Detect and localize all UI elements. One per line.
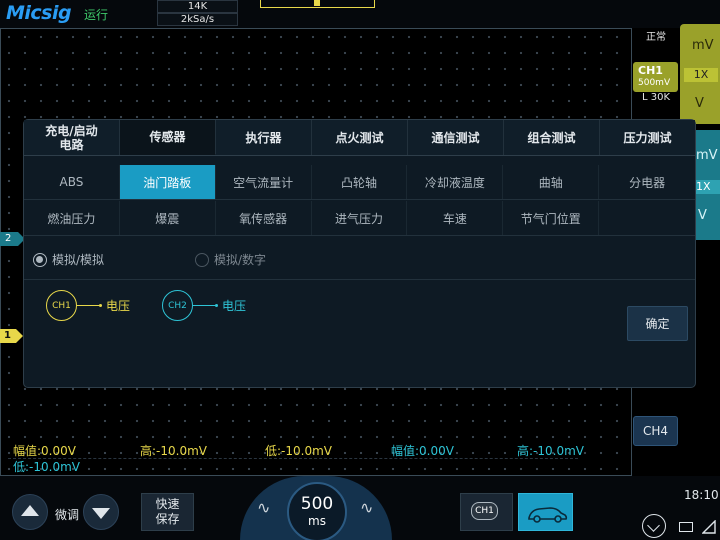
ch2-unit-v[interactable]: V xyxy=(698,208,707,223)
meas-ch1-high: 高:-10.0mV xyxy=(140,444,207,458)
tab-combination[interactable]: 组合测试 xyxy=(504,120,600,155)
mode-analog-analog-label: 模拟/模拟 xyxy=(52,253,105,267)
sensor-fuel-pressure[interactable]: 燃油压力 xyxy=(24,201,120,235)
ch2-probe-ratio[interactable]: 1X xyxy=(696,180,720,194)
sample-rate: 2kSa/s xyxy=(157,13,238,26)
sensor-knock[interactable]: 爆震 xyxy=(120,201,216,235)
run-state[interactable]: 运行 xyxy=(84,6,108,23)
channel-select-button[interactable]: CH1 xyxy=(460,493,513,531)
ch1-connector-dot xyxy=(99,304,102,307)
timebase-value: 500 xyxy=(300,494,334,514)
logo: Micsig xyxy=(6,2,72,24)
collapse-chevron-icon[interactable] xyxy=(642,514,666,538)
ch2-signal-type: 电压 xyxy=(222,299,247,313)
timebase-decrease-wave-icon[interactable]: ∿ xyxy=(257,498,270,517)
ch1-label: CH1 xyxy=(638,64,663,77)
ch2-connector xyxy=(193,305,215,306)
meas-ch2-low: 低:-10.0mV xyxy=(13,460,80,474)
sensor-camshaft[interactable]: 凸轮轴 xyxy=(312,165,408,199)
mode-options: 模拟/模拟 模拟/数字 xyxy=(24,238,695,280)
monitor-icon[interactable] xyxy=(679,522,693,532)
sensor-abs[interactable]: ABS xyxy=(24,165,120,199)
sensor-throttle-position[interactable]: 节气门位置 xyxy=(503,201,600,235)
quick-save-button[interactable]: 快速 保存 xyxy=(141,493,194,531)
tab-ignition[interactable]: 点火测试 xyxy=(312,120,408,155)
ch2-unit-mv[interactable]: mV xyxy=(696,148,718,163)
sensor-intake-pressure[interactable]: 进气压力 xyxy=(312,201,408,235)
ch1-connector xyxy=(77,305,99,306)
ch1-filter: L 30K xyxy=(642,92,671,103)
ch1-chip-icon: CH1 xyxy=(471,502,498,520)
acquisition-status: 正常 xyxy=(646,32,666,43)
ch1-level-marker[interactable]: 1 xyxy=(0,329,23,343)
arrow-down-icon xyxy=(92,508,110,519)
ch1-button[interactable]: CH1 500mV xyxy=(633,62,678,92)
meas-ch1-amplitude: 幅值:0.00V xyxy=(13,444,76,458)
ch1-unit-mv[interactable]: mV xyxy=(692,38,714,53)
auto-test-dialog: 充电/启动 电路 传感器 执行器 点火测试 通信测试 组合测试 压力测试 ABS… xyxy=(23,119,696,388)
ch1-assignment: CH1 电压 xyxy=(46,290,130,321)
tab-actuators[interactable]: 执行器 xyxy=(216,120,312,155)
tab-communication[interactable]: 通信测试 xyxy=(408,120,504,155)
trigger-position-bar[interactable] xyxy=(260,0,375,8)
tab-sensors[interactable]: 传感器 xyxy=(120,120,216,155)
mode-analog-analog[interactable]: 模拟/模拟 xyxy=(33,251,104,268)
radio-checked-icon xyxy=(33,252,47,267)
signal-strength-icon xyxy=(702,520,716,534)
arrow-up-icon xyxy=(21,505,39,516)
ch2-chip: CH2 xyxy=(162,290,193,321)
meas-ch1-low: 低:-10.0mV xyxy=(265,444,332,458)
ch2-level-marker[interactable]: 2 xyxy=(0,232,25,246)
sensor-vehicle-speed[interactable]: 车速 xyxy=(407,201,504,235)
meas-ch2-amplitude: 幅值:0.00V xyxy=(391,444,454,458)
sensor-row-1: ABS 油门踏板 空气流量计 凸轮轴 冷却液温度 曲轴 分电器 xyxy=(24,165,695,200)
ch1-scale-panel[interactable]: mV 1X V xyxy=(680,24,720,124)
ch1-probe-ratio[interactable]: 1X xyxy=(684,68,718,82)
ch2-assignment: CH2 电压 xyxy=(162,290,246,321)
ch1-chip: CH1 xyxy=(46,290,77,321)
fine-down-button[interactable] xyxy=(83,494,119,530)
sensor-crankshaft[interactable]: 曲轴 xyxy=(503,165,600,199)
ch2-scale-panel[interactable]: mV 1X V xyxy=(696,130,720,240)
category-tabs: 充电/启动 电路 传感器 执行器 点火测试 通信测试 组合测试 压力测试 xyxy=(24,120,695,156)
mode-analog-digital[interactable]: 模拟/数字 xyxy=(195,251,266,268)
ch1-signal-type: 电压 xyxy=(106,299,131,313)
tab-charging-starting[interactable]: 充电/启动 电路 xyxy=(24,120,120,155)
sensor-accelerator-pedal[interactable]: 油门踏板 xyxy=(119,165,216,199)
sensor-oxygen[interactable]: 氧传感器 xyxy=(216,201,312,235)
ch4-button[interactable]: CH4 xyxy=(633,416,678,446)
ch1-unit-v[interactable]: V xyxy=(695,96,704,111)
automotive-mode-button[interactable] xyxy=(518,493,573,531)
sensor-distributor[interactable]: 分电器 xyxy=(599,165,695,199)
fine-up-button[interactable] xyxy=(12,494,48,530)
car-icon xyxy=(528,507,568,523)
tab-pressure[interactable]: 压力测试 xyxy=(600,120,695,155)
memory-depth[interactable]: 14K xyxy=(157,0,238,13)
radio-unchecked-icon xyxy=(195,252,209,267)
sensor-empty xyxy=(599,201,695,235)
timebase-display[interactable]: 500 ms xyxy=(287,482,347,540)
sensor-coolant-temperature[interactable]: 冷却液温度 xyxy=(407,165,504,199)
timebase-unit: ms xyxy=(308,514,326,528)
sensor-air-flow-meter[interactable]: 空气流量计 xyxy=(216,165,312,199)
sensor-row-2: 燃油压力 爆震 氧传感器 进气压力 车速 节气门位置 xyxy=(24,201,695,236)
timebase-increase-wave-icon[interactable]: ∿ xyxy=(360,498,373,517)
fine-adjust-label: 微调 xyxy=(55,508,80,522)
ch2-connector-dot xyxy=(215,304,218,307)
confirm-button[interactable]: 确定 xyxy=(627,306,688,341)
ch1-scale: 500mV xyxy=(638,78,671,88)
mode-analog-digital-label: 模拟/数字 xyxy=(214,253,267,267)
clock: 18:10 xyxy=(684,488,719,502)
meas-ch2-high: 高:-10.0mV xyxy=(517,444,584,458)
